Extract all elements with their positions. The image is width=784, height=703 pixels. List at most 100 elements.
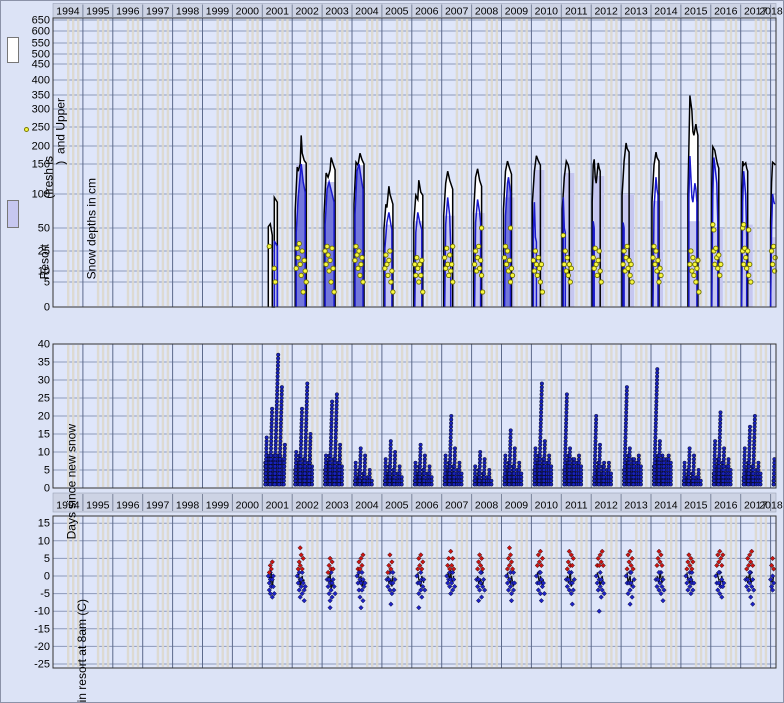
days-dot [473,472,477,476]
fresh-snow-dot [748,262,752,266]
fresh-snow-dot [746,249,750,253]
fresh-snow-dot [388,249,392,253]
days-dot [543,450,547,454]
fresh-snow-dot [690,269,694,273]
days-dot [309,439,313,443]
days-dot [654,418,658,422]
days-dot [747,461,751,465]
days-dot [393,457,397,461]
days-dot [324,472,328,476]
days-dot [453,472,457,476]
days-dot [329,454,333,458]
days-dot [338,457,342,461]
days-dot [594,429,598,433]
days-dot [508,461,512,465]
days-dot [389,450,393,454]
fresh-snow-dot [692,273,696,277]
days-dot [273,465,277,469]
days-dot [512,475,516,479]
days-dot [593,461,597,465]
fresh-snow-dot [716,266,720,270]
days-dot [384,472,388,476]
month-stripe [127,517,129,667]
days-dot [338,450,342,454]
days-dot [658,454,662,458]
month-stripe [635,517,637,667]
days-dot [539,436,543,440]
fresh-snow-dot [596,258,600,262]
days-dot [328,475,332,479]
days-dot [538,450,542,454]
days-dot [283,461,287,465]
days-dot [593,457,597,461]
days-dot [563,475,567,479]
month-stripe [406,19,408,306]
month-stripe [251,19,253,306]
days-dot [752,468,756,472]
month-stripe [555,19,557,306]
month-stripe [376,19,378,306]
days-dot [453,465,457,469]
days-dot [419,454,423,458]
fresh-snow-dot [296,255,300,259]
days-dot [444,461,448,465]
days-dot [753,432,757,436]
days-dot [269,457,273,461]
fresh-snow-dot [479,273,483,277]
days-dot [329,443,333,447]
days-dot [712,475,716,479]
days-dot [543,457,547,461]
days-dot [418,483,422,487]
fresh-snow-dot [330,246,334,250]
days-dot [568,472,572,476]
days-dot [448,457,452,461]
days-dot [772,475,776,479]
days-dot [324,468,328,472]
month-stripe [217,517,219,667]
month-stripe [67,517,69,667]
fresh-snow-dot [628,273,632,277]
fresh-snow-dot [386,273,390,277]
days-dot [388,472,392,476]
days-dot [304,439,308,443]
fresh-snow-dot [510,273,514,277]
top-panel-tick-label: 250 [32,122,50,134]
days-dot [743,457,747,461]
days-dot [722,454,726,458]
days-dot [508,457,512,461]
days-dot [743,461,747,465]
days-dot [628,450,632,454]
fresh-snow-dot [747,273,751,277]
days-dot [328,479,332,483]
month-stripe [635,19,637,306]
days-dot [273,479,277,483]
days-dot [478,468,482,472]
days-dot [534,447,538,451]
days-dot [669,465,673,469]
days-dot [742,472,746,476]
days-dot [338,454,342,458]
days-dot [280,400,284,404]
days-dot [717,465,721,469]
days-dot [752,465,756,469]
days-dot [305,403,309,407]
bottom-panel-tick-label: -20 [34,641,50,653]
month-stripe [496,517,498,667]
days-dot [625,393,629,397]
days-dot [538,457,542,461]
month-stripe [605,517,607,667]
days-dot [742,475,746,479]
days-dot [594,421,598,425]
days-dot [303,472,307,476]
days-dot [334,450,338,454]
fresh-snow-dot [390,269,394,273]
days-dot [598,457,602,461]
top-panel-tick-label: 500 [32,49,50,61]
days-dot [450,414,454,418]
days-dot [264,465,268,469]
month-stripe [735,19,737,306]
days-dot [639,468,643,472]
days-dot [305,418,309,422]
month-stripe [336,19,338,306]
snow-history-page: 1994199519961997199819992000200120022003… [0,0,784,703]
